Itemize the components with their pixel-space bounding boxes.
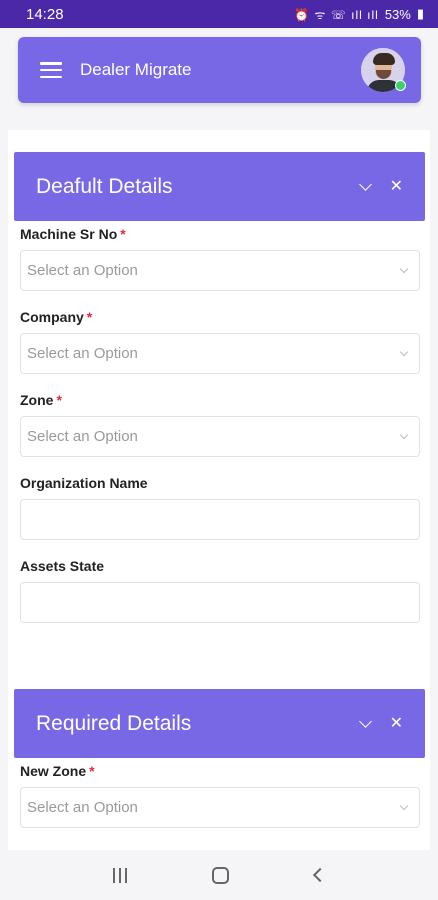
select-placeholder: Select an Option: [27, 428, 138, 445]
company-select[interactable]: Select an Option: [20, 333, 420, 374]
section-title: Deafult Details: [36, 174, 173, 198]
section-header-default-details: Deafult Details ✕: [14, 152, 425, 221]
status-time: 14:28: [26, 5, 64, 23]
battery-level: 53%: [384, 6, 411, 22]
required-marker: *: [86, 309, 93, 325]
new-zone-select[interactable]: Select an Option: [20, 787, 420, 828]
back-icon[interactable]: [313, 867, 328, 883]
form-container: Deafult Details ✕ Machine Sr No * Select …: [8, 130, 430, 850]
online-status-icon: [395, 80, 406, 91]
zone-select[interactable]: Select an Option: [20, 416, 420, 457]
chevron-down-icon: [399, 801, 409, 811]
machine-sr-no-label: Machine Sr No *: [20, 226, 126, 242]
page-title: Dealer Migrate: [80, 60, 192, 79]
collapse-chevron-icon[interactable]: [358, 715, 372, 728]
status-icons: ⏰ ᯤ ☏ ıll ıll: [294, 7, 379, 22]
machine-sr-no-select[interactable]: Select an Option: [20, 250, 420, 291]
required-marker: *: [120, 226, 126, 242]
new-zone-label: New Zone *: [20, 763, 95, 779]
close-icon[interactable]: ✕: [390, 715, 403, 732]
select-placeholder: Select an Option: [27, 799, 138, 816]
avatar[interactable]: [361, 48, 406, 92]
organization-name-label: Organization Name: [20, 475, 148, 491]
company-label: Company *: [20, 309, 93, 325]
chevron-down-icon: [399, 264, 409, 274]
status-bar: 14:28 ⏰ ᯤ ☏ ıll ıll 53% ▮: [0, 0, 438, 28]
select-placeholder: Select an Option: [27, 345, 138, 362]
section-title: Required Details: [36, 711, 192, 735]
collapse-chevron-icon[interactable]: [358, 178, 372, 191]
home-icon[interactable]: [212, 866, 230, 884]
recent-apps-icon[interactable]: [112, 867, 127, 883]
required-marker: *: [89, 763, 95, 779]
battery-icon: ▮: [416, 6, 424, 21]
chevron-down-icon: [399, 347, 409, 357]
assets-state-input[interactable]: [20, 582, 420, 623]
organization-name-input[interactable]: [20, 499, 420, 540]
close-icon[interactable]: ✕: [390, 178, 403, 195]
assets-state-label: Assets State: [20, 558, 105, 574]
status-right: ⏰ ᯤ ☏ ıll ıll 53% ▮: [294, 6, 424, 23]
zone-label: Zone *: [20, 392, 62, 408]
chevron-down-icon: [399, 430, 409, 440]
system-nav-bar: [0, 850, 438, 900]
section-header-required-details: Required Details ✕: [14, 689, 425, 758]
app-header: Dealer Migrate: [18, 37, 421, 103]
hamburger-menu-icon[interactable]: [40, 62, 62, 78]
select-placeholder: Select an Option: [27, 262, 138, 279]
required-marker: *: [56, 392, 62, 408]
